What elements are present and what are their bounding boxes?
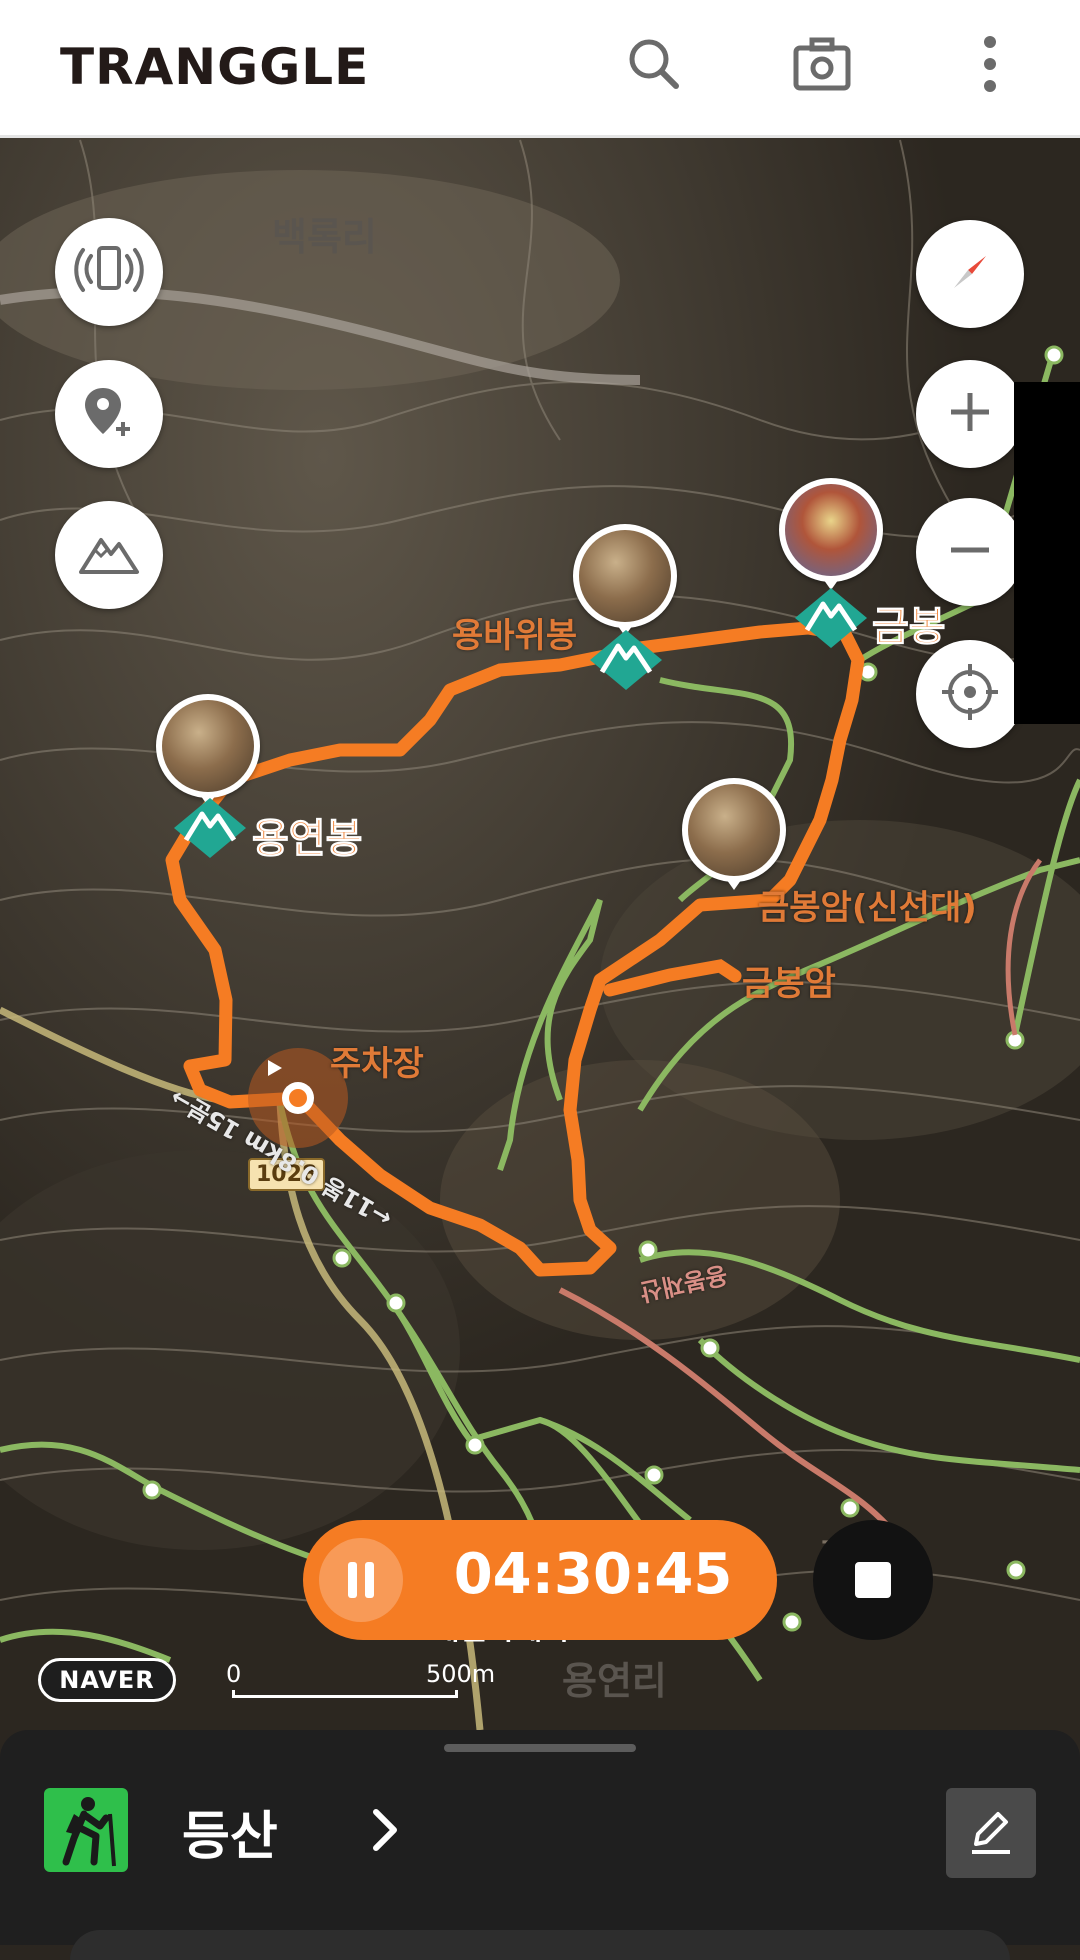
- map-scale: 0 500m: [226, 1660, 495, 1700]
- stop-button[interactable]: [813, 1520, 933, 1640]
- recording-timer: 04:30:45: [303, 1520, 777, 1640]
- app-header: TRANGGLE: [0, 0, 1080, 138]
- overlay-strip: [1014, 382, 1080, 724]
- compass-button[interactable]: [916, 220, 1024, 328]
- peak-label-geumbong: 금봉: [872, 604, 947, 651]
- scale-start: 0: [226, 1660, 242, 1688]
- area-label-yongyeon-ri: 용연리: [562, 1659, 667, 1703]
- search-icon[interactable]: [622, 32, 686, 96]
- mountain-icon: [77, 528, 141, 582]
- add-waypoint-button[interactable]: [55, 360, 163, 468]
- sheet-drag-handle[interactable]: [444, 1744, 636, 1752]
- place-label-parking: 주차장: [330, 1044, 424, 1084]
- area-label-baekrok-ri: 백록리: [272, 215, 377, 259]
- edit-pencil-icon: [964, 1804, 1018, 1862]
- chevron-right-icon[interactable]: [370, 1808, 400, 1856]
- activity-label[interactable]: 등산: [182, 1794, 278, 1869]
- terrain-button[interactable]: [55, 501, 163, 609]
- zoom-in-icon: [945, 387, 995, 441]
- zoom-in-button[interactable]: [916, 360, 1024, 468]
- pause-button[interactable]: [319, 1538, 403, 1622]
- zoom-out-button[interactable]: [916, 498, 1024, 606]
- beacon-button[interactable]: [55, 218, 163, 326]
- map-terrain: [0, 138, 1080, 1730]
- naver-logo: NAVER: [38, 1658, 176, 1702]
- peak-marker-icon[interactable]: [793, 586, 869, 650]
- peak-label-yongyeonbong: 용연봉: [251, 816, 363, 863]
- place-label-geumbongam: 금봉암: [742, 964, 836, 1004]
- photo-pin[interactable]: [779, 478, 883, 590]
- map-view[interactable]: 백록리 용연리 용연봉 용바위봉 금봉 금봉암(신선대) 금봉암 주차장 가정 …: [0, 138, 1080, 1730]
- add-location-icon: [79, 382, 139, 446]
- more-vertical-icon[interactable]: [958, 32, 1022, 96]
- photo-pin[interactable]: [156, 694, 260, 806]
- beacon-icon: [74, 240, 144, 304]
- camera-icon[interactable]: [790, 32, 854, 96]
- edit-button[interactable]: [946, 1788, 1036, 1878]
- sheet-next-card: [70, 1930, 1010, 1960]
- compass-icon: [942, 244, 998, 304]
- my-location-button[interactable]: [916, 640, 1024, 748]
- my-location-icon: [939, 661, 1001, 727]
- elapsed-time: 04:30:45: [453, 1542, 733, 1607]
- scale-end: 500m: [426, 1660, 496, 1688]
- peak-label-yongbawibong: 용바위봉: [452, 616, 578, 656]
- place-label-geumbongam-sinseondae: 금봉암(신선대): [758, 888, 977, 928]
- zoom-out-icon: [945, 525, 995, 579]
- scale-bar: [232, 1690, 458, 1698]
- activity-bottom-sheet[interactable]: 등산: [0, 1730, 1080, 1960]
- peak-marker-icon[interactable]: [172, 796, 248, 860]
- stop-icon: [855, 1562, 891, 1598]
- photo-pin[interactable]: [573, 524, 677, 636]
- app-logo: TRANGGLE: [60, 38, 370, 96]
- peak-marker-icon[interactable]: [588, 628, 664, 692]
- hiker-icon: [44, 1788, 128, 1872]
- photo-pin[interactable]: [682, 778, 786, 890]
